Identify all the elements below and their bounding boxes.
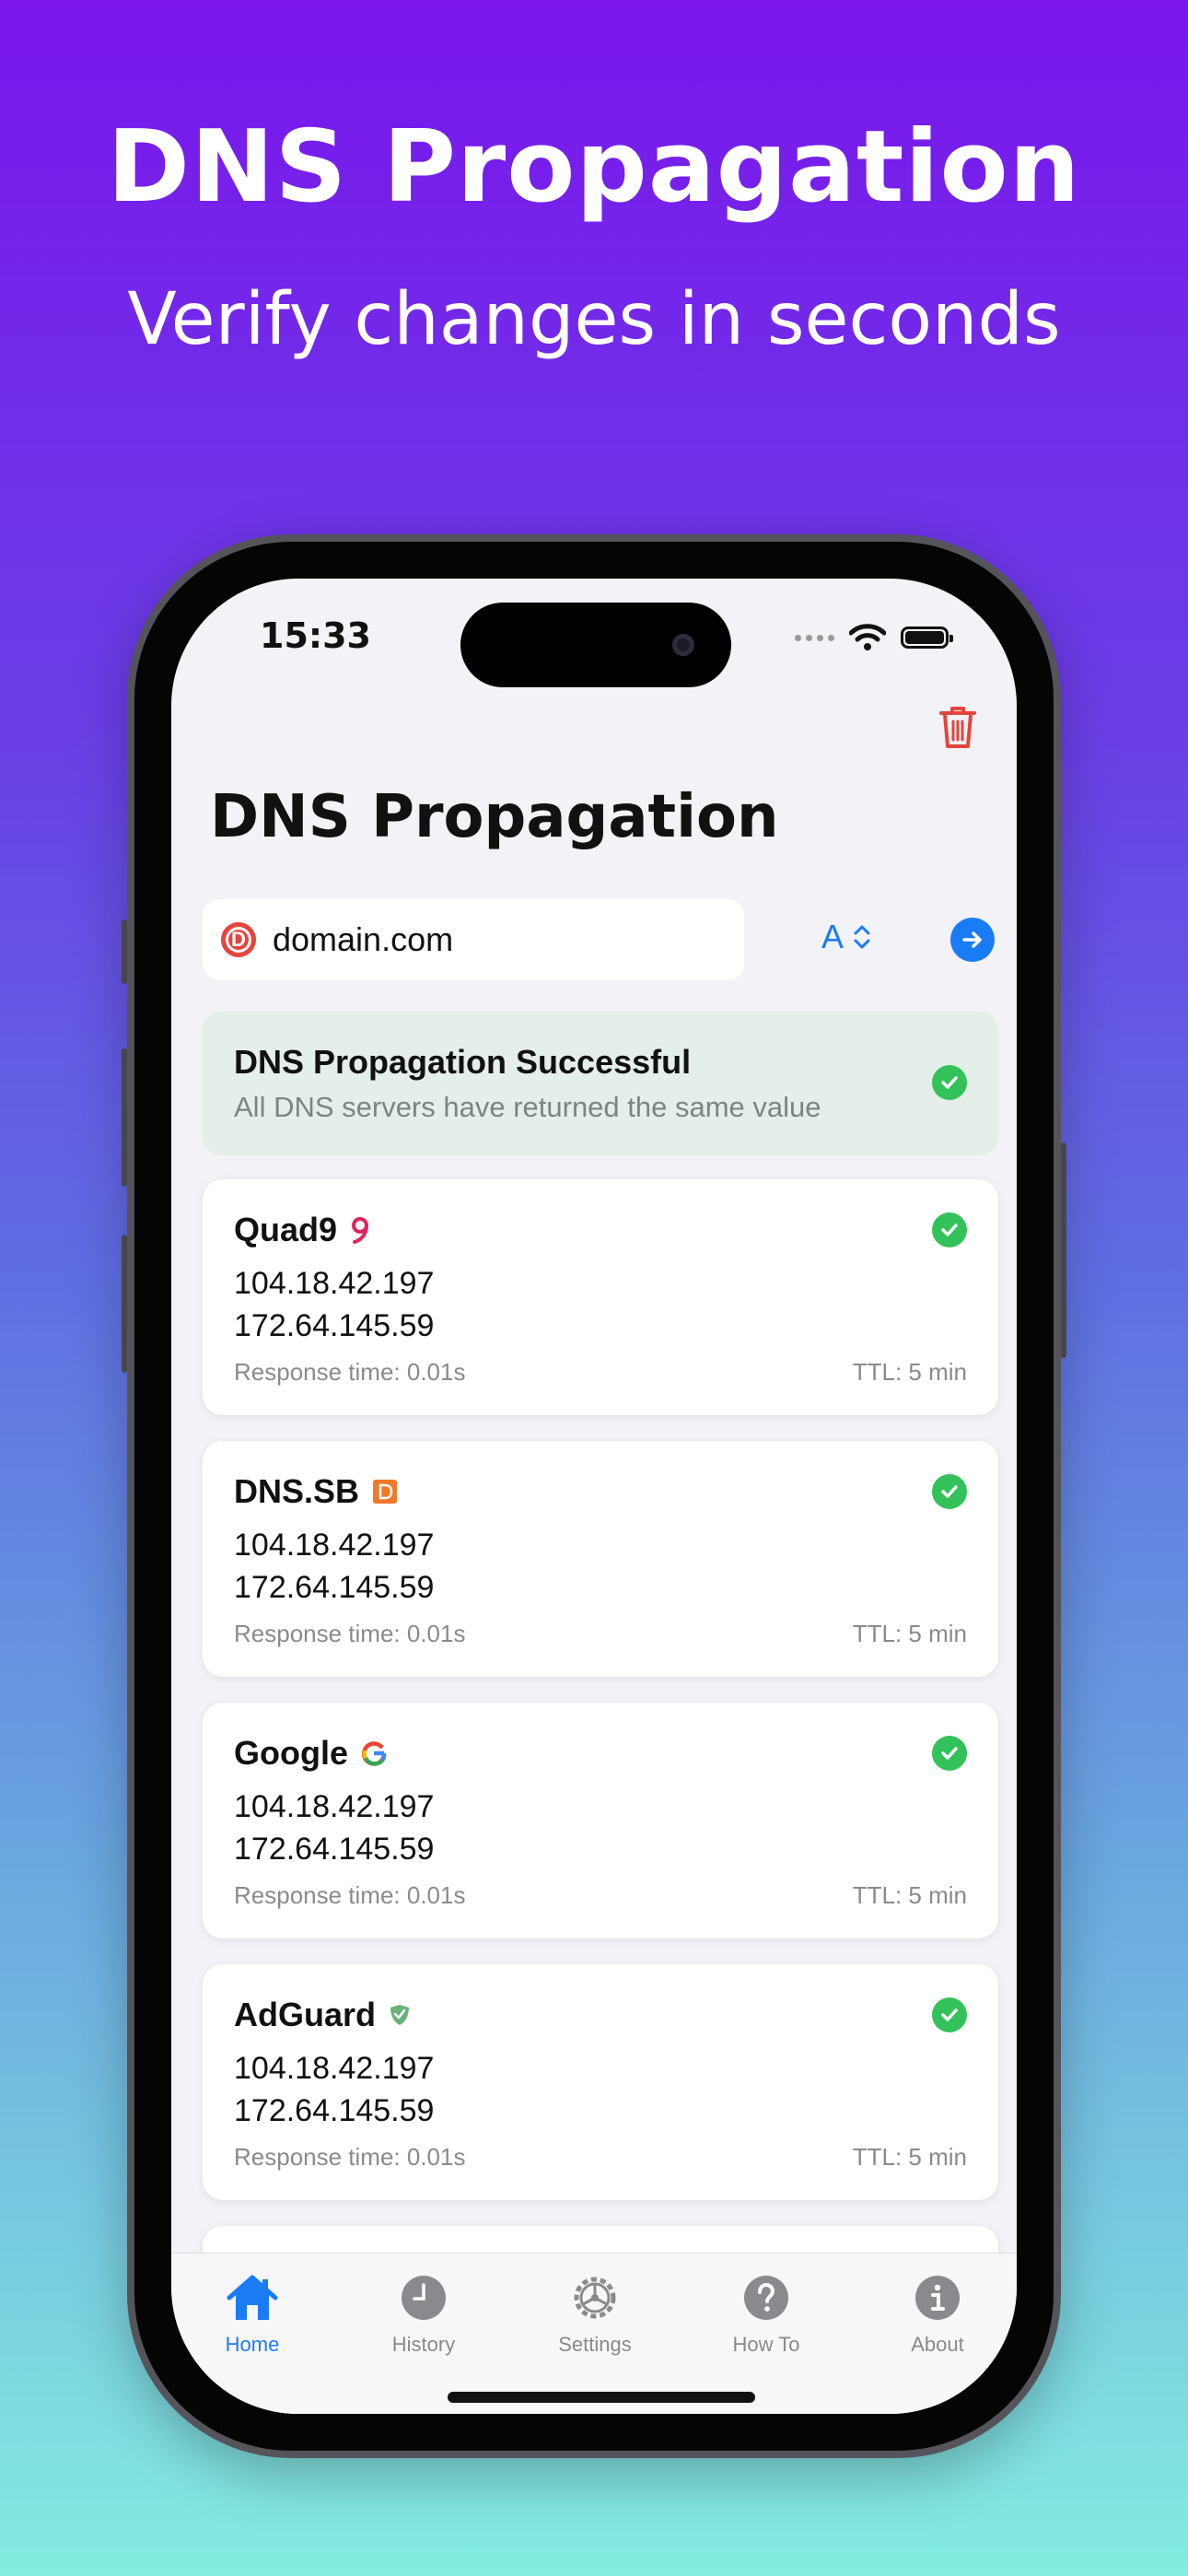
dns-server-name: AdGuard [234, 1996, 411, 2034]
banner-subtitle: All DNS servers have returned the same v… [234, 1091, 821, 1123]
tab-settings[interactable]: Settings [530, 2270, 659, 2357]
battery-icon [901, 626, 953, 649]
quad9-logo-icon [352, 1217, 369, 1244]
tab-about[interactable]: About [873, 2270, 1002, 2357]
ip-address: 172.64.145.59 [234, 1832, 435, 1867]
record-type-value: A [821, 918, 844, 955]
checkmark-icon [932, 1474, 967, 1509]
volume-up-button [122, 1048, 127, 1187]
ttl-value: TTL: 5 min [852, 1620, 967, 1647]
promo-headline: DNS Propagation [107, 110, 1081, 225]
ttl-value: TTL: 5 min [852, 2143, 967, 2171]
dns-result-card-dnssb[interactable]: DNS.SB 104.18.42.197 172.64.145.59 Respo… [203, 1441, 998, 1677]
tab-how-to[interactable]: How To [702, 2270, 831, 2357]
response-time: Response time: 0.01s [234, 2143, 466, 2171]
ip-address: 104.18.42.197 [234, 2051, 435, 2086]
ttl-value: TTL: 5 min [852, 1881, 967, 1909]
wifi-icon [849, 624, 886, 650]
propagation-status-banner: DNS Propagation Successful All DNS serve… [203, 1012, 998, 1155]
status-icons [795, 619, 953, 656]
dns-server-name: Quad9 [234, 1211, 370, 1249]
phone-screen: 15:33 DNS Propagation D domain.com A DNS… [171, 579, 1017, 2414]
dns-server-name: DNS.SB [234, 1472, 398, 1511]
tab-home[interactable]: Home [188, 2270, 317, 2357]
domain-search-box[interactable]: D [203, 899, 744, 980]
dnssb-logo-icon [373, 1480, 398, 1504]
page-title: DNS Propagation [210, 783, 779, 851]
tab-label: Home [225, 2333, 280, 2356]
google-logo-icon [361, 1741, 387, 1766]
server-name-text: AdGuard [234, 1996, 377, 2033]
home-indicator [448, 2392, 755, 2403]
ip-address: 104.18.42.197 [234, 1528, 435, 1563]
server-name-text: Quad9 [234, 1211, 338, 1248]
tab-label: About [911, 2333, 964, 2356]
gear-icon [567, 2270, 623, 2325]
server-name-text: Google [234, 1734, 348, 1772]
arrow-right-icon [962, 931, 982, 948]
house-icon [225, 2270, 280, 2325]
ip-address: 104.18.42.197 [234, 1789, 435, 1824]
clock-icon [396, 2270, 451, 2325]
domain-input[interactable] [271, 919, 716, 960]
banner-title: DNS Propagation Successful [234, 1043, 692, 1081]
ip-address: 172.64.145.59 [234, 1570, 435, 1605]
ttl-value: TTL: 5 min [852, 1358, 967, 1386]
trash-icon[interactable] [938, 704, 978, 750]
chevron-up-down-icon [854, 925, 870, 949]
question-icon [739, 2270, 794, 2325]
dns-server-name: Google [234, 1734, 387, 1773]
adguard-shield-icon [390, 2005, 410, 2025]
status-time: 15:33 [260, 615, 371, 656]
camera-icon [672, 634, 694, 656]
info-icon [910, 2270, 965, 2325]
lookup-button[interactable] [950, 918, 995, 962]
power-button [1061, 1142, 1066, 1358]
silent-switch [122, 919, 127, 984]
signal-dots-icon [795, 634, 834, 641]
checkmark-icon [932, 1065, 967, 1100]
dns-result-card-google[interactable]: Google 104.18.42.197 172.64.145.59 Respo… [203, 1703, 998, 1938]
tab-label: Settings [558, 2333, 632, 2356]
dns-result-card-quad9[interactable]: Quad9 104.18.42.197 172.64.145.59 Respon… [203, 1179, 998, 1415]
response-time: Response time: 0.01s [234, 1881, 466, 1909]
phone-frame: 15:33 DNS Propagation D domain.com A DNS… [122, 534, 1066, 2458]
response-time: Response time: 0.01s [234, 1358, 466, 1386]
phone-bezel: 15:33 DNS Propagation D domain.com A DNS… [134, 542, 1054, 2451]
dns-result-card-adguard[interactable]: AdGuard 104.18.42.197 172.64.145.59 Resp… [203, 1964, 998, 2200]
server-name-text: DNS.SB [234, 1472, 360, 1510]
promo-subline: Verify changes in seconds [127, 278, 1061, 361]
tab-label: History [391, 2333, 456, 2356]
tab-history[interactable]: History [359, 2270, 488, 2357]
checkmark-icon [932, 1736, 967, 1771]
record-type-picker[interactable]: A [821, 918, 871, 956]
checkmark-icon [932, 1997, 967, 2032]
app-logo-icon: D [221, 922, 256, 957]
tab-label: How To [732, 2333, 800, 2356]
tab-bar: Home History Settings How To About [171, 2253, 1017, 2414]
response-time: Response time: 0.01s [234, 1620, 466, 1647]
volume-down-button [122, 1235, 127, 1373]
ip-address: 172.64.145.59 [234, 1308, 435, 1343]
ip-address: 172.64.145.59 [234, 2093, 435, 2128]
checkmark-icon [932, 1212, 967, 1247]
dynamic-island [460, 603, 731, 687]
ip-address: 104.18.42.197 [234, 1266, 435, 1301]
